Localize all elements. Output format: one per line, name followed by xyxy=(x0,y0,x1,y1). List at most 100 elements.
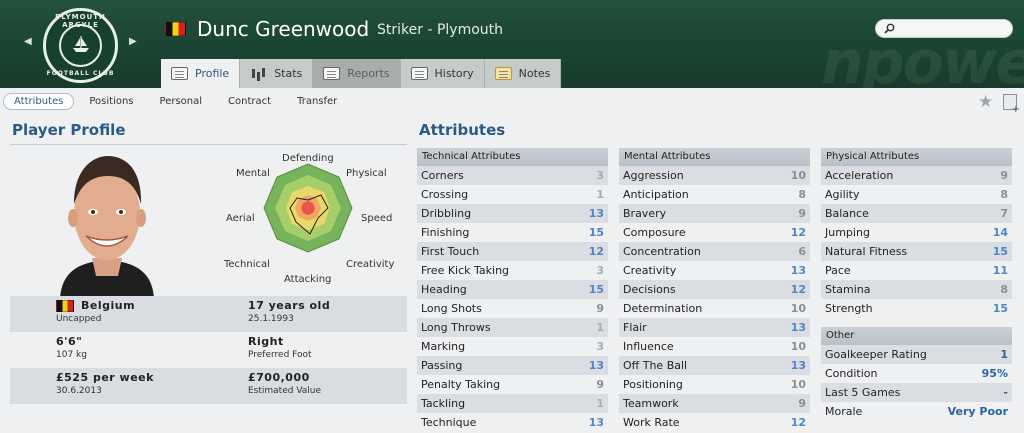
attribute-row[interactable]: Composure 12 xyxy=(619,223,810,242)
attribute-name: Natural Fitness xyxy=(825,245,908,258)
attribute-name: Last 5 Games xyxy=(825,386,901,399)
attribute-row[interactable]: Concentration 6 xyxy=(619,242,810,261)
attribute-row[interactable]: Decisions 12 xyxy=(619,280,810,299)
radar-label-defending: Defending xyxy=(282,153,334,164)
attribute-row[interactable]: Natural Fitness 15 xyxy=(821,242,1012,261)
attribute-name: Dribbling xyxy=(421,207,472,220)
attribute-name: Long Throws xyxy=(421,321,491,334)
attribute-row[interactable]: Penalty Taking 9 xyxy=(417,375,608,394)
attribute-row[interactable]: Dribbling 13 xyxy=(417,204,608,223)
attribute-row[interactable]: Long Shots 9 xyxy=(417,299,608,318)
attribute-row[interactable]: Marking 3 xyxy=(417,337,608,356)
attribute-row[interactable]: Heading 15 xyxy=(417,280,608,299)
attribute-row[interactable]: Tackling 1 xyxy=(417,394,608,413)
attribute-row[interactable]: Finishing 15 xyxy=(417,223,608,242)
attribute-name: Balance xyxy=(825,207,869,220)
attribute-name: Agility xyxy=(825,188,860,201)
attribute-row[interactable]: Free Kick Taking 3 xyxy=(417,261,608,280)
tab-history[interactable]: History xyxy=(400,59,485,88)
estimated-value: £700,000 xyxy=(248,371,310,384)
attribute-name: Determination xyxy=(623,302,703,315)
attribute-row[interactable]: Technique 13 xyxy=(417,413,608,432)
attribute-value: 13 xyxy=(588,416,604,429)
attribute-name: Heading xyxy=(421,283,467,296)
attribute-value: 8 xyxy=(1000,188,1008,201)
attribute-name: Jumping xyxy=(825,226,870,239)
attribute-row[interactable]: Teamwork 9 xyxy=(619,394,810,413)
next-player-arrow-icon[interactable]: ▶ xyxy=(129,36,137,47)
attribute-name: Decisions xyxy=(623,283,676,296)
subnav-personal[interactable]: Personal xyxy=(149,93,214,110)
attribute-name: Penalty Taking xyxy=(421,378,501,391)
attribute-row[interactable]: Goalkeeper Rating 1 xyxy=(821,345,1012,364)
attribute-row[interactable]: Last 5 Games - xyxy=(821,383,1012,402)
tab-label: Reports xyxy=(347,67,390,80)
shortlist-star-icon[interactable]: ★ xyxy=(978,92,993,112)
player-position-club[interactable]: Striker - Plymouth xyxy=(377,22,503,38)
divider xyxy=(10,144,407,145)
attribute-row[interactable]: Passing 13 xyxy=(417,356,608,375)
add-note-icon[interactable] xyxy=(1003,94,1020,115)
club-badge[interactable]: PLYMOUTH ARGYLE FOOTBALL CLUB xyxy=(43,8,118,83)
previous-player-arrow-icon[interactable]: ◀ xyxy=(24,36,32,47)
attribute-row[interactable]: Jumping 14 xyxy=(821,223,1012,242)
attribute-value: 13 xyxy=(588,207,604,220)
ship-icon xyxy=(73,36,89,52)
attribute-name: Tackling xyxy=(421,397,466,410)
attribute-row[interactable]: Off The Ball 13 xyxy=(619,356,810,375)
attribute-row[interactable]: Condition 95% xyxy=(821,364,1012,383)
attribute-radar-chart: Defending Mental Physical Aerial Speed T… xyxy=(222,150,400,286)
attribute-row[interactable]: Balance 7 xyxy=(821,204,1012,223)
player-info-grid: Belgium Uncapped 17 years old 25.1.1993 … xyxy=(10,296,407,404)
attribute-row[interactable]: Creativity 13 xyxy=(619,261,810,280)
attribute-row[interactable]: Flair 13 xyxy=(619,318,810,337)
attribute-row[interactable]: Long Throws 1 xyxy=(417,318,608,337)
attribute-row[interactable]: Positioning 10 xyxy=(619,375,810,394)
tab-label: Profile xyxy=(195,67,230,80)
subnav-contract[interactable]: Contract xyxy=(217,93,282,110)
tab-stats[interactable]: Stats xyxy=(240,59,314,88)
tab-reports[interactable]: Reports xyxy=(313,59,401,88)
search-input[interactable] xyxy=(875,19,1013,38)
tab-notes[interactable]: Notes xyxy=(484,59,562,88)
attribute-row[interactable]: Determination 10 xyxy=(619,299,810,318)
attribute-name: Finishing xyxy=(421,226,470,239)
radar-label-mental: Mental xyxy=(236,168,270,179)
attribute-value: 6 xyxy=(798,245,806,258)
attribute-row[interactable]: Work Rate 12 xyxy=(619,413,810,432)
attribute-row[interactable]: Crossing 1 xyxy=(417,185,608,204)
profile-card-icon xyxy=(171,67,188,80)
attribute-row[interactable]: Morale Very Poor xyxy=(821,402,1012,421)
attribute-name: Long Shots xyxy=(421,302,482,315)
attribute-row[interactable]: Anticipation 8 xyxy=(619,185,810,204)
subnav-attributes[interactable]: Attributes xyxy=(3,93,75,110)
attribute-row[interactable]: Stamina 8 xyxy=(821,280,1012,299)
attribute-row[interactable]: Bravery 9 xyxy=(619,204,810,223)
player-name: Dunc Greenwood xyxy=(197,17,370,41)
physical-attributes-header: Physical Attributes xyxy=(821,148,1012,166)
tab-profile[interactable]: Profile xyxy=(161,59,241,88)
attribute-value: 13 xyxy=(790,359,806,372)
attribute-name: Corners xyxy=(421,169,464,182)
attribute-value: 3 xyxy=(596,264,604,277)
attribute-row[interactable]: First Touch 12 xyxy=(417,242,608,261)
attribute-row[interactable]: Influence 10 xyxy=(619,337,810,356)
attribute-value: 1 xyxy=(596,188,604,201)
radar-label-speed: Speed xyxy=(361,213,393,224)
preferred-foot-label: Preferred Foot xyxy=(248,350,312,360)
attribute-value: 1 xyxy=(596,321,604,334)
attribute-value: 1 xyxy=(596,397,604,410)
attribute-value: 7 xyxy=(1000,207,1008,220)
attribute-row[interactable]: Pace 11 xyxy=(821,261,1012,280)
attribute-row[interactable]: Aggression 10 xyxy=(619,166,810,185)
attribute-value: 14 xyxy=(992,226,1008,239)
attribute-row[interactable]: Strength 15 xyxy=(821,299,1012,318)
attribute-row[interactable]: Agility 8 xyxy=(821,185,1012,204)
attribute-row[interactable]: Corners 3 xyxy=(417,166,608,185)
attribute-row[interactable]: Acceleration 9 xyxy=(821,166,1012,185)
attribute-name: Acceleration xyxy=(825,169,894,182)
subnav-positions[interactable]: Positions xyxy=(78,93,144,110)
attribute-name: Marking xyxy=(421,340,466,353)
subnav-transfer[interactable]: Transfer xyxy=(286,93,348,110)
attribute-value: 10 xyxy=(790,302,806,315)
